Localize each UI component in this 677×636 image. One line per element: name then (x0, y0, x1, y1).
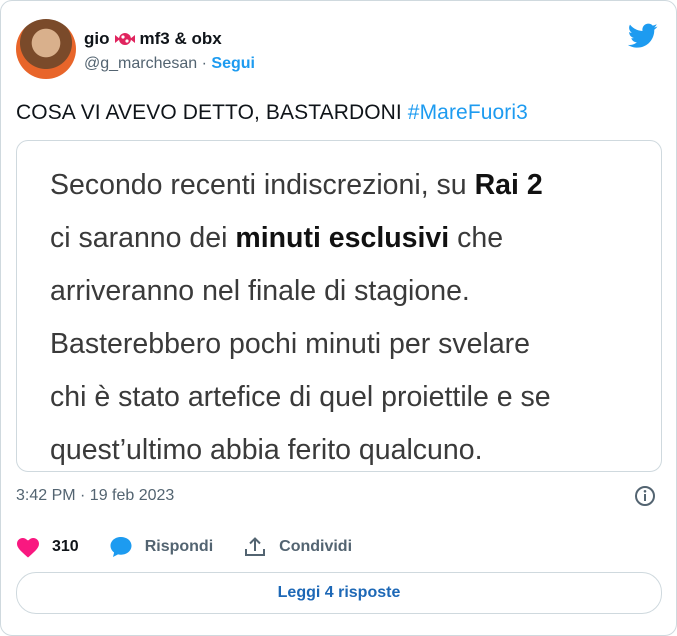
display-name: gio (84, 29, 110, 48)
display-name-suffix: mf3 & obx (139, 29, 222, 48)
heart-icon (17, 538, 39, 558)
media-line: quest’ultimo abbia ferito qualcuno. (50, 434, 483, 466)
follow-link[interactable]: Segui (211, 55, 255, 72)
twitter-bird-icon[interactable] (627, 23, 658, 49)
media-line: arriveranno nel finale di stagione. (50, 275, 470, 307)
media-text: Secondo recenti indiscrezioni, su Rai 2 … (50, 159, 551, 471)
tweet-text: COSA VI AVEVO DETTO, BASTARDONI #MareFuo… (16, 101, 528, 125)
reply-label: Rispondi (144, 538, 214, 555)
timestamp-link[interactable]: 3:42 PM · 19 feb 2023 (16, 487, 174, 505)
share-button[interactable]: Condividi (243, 536, 352, 558)
handle[interactable]: @g_marchesan (84, 55, 197, 72)
handle-row: @g_marchesan · Segui (84, 55, 255, 73)
separator: · (201, 55, 207, 72)
avatar[interactable] (16, 19, 76, 79)
tweet-media-image[interactable]: Secondo recenti indiscrezioni, su Rai 2 … (16, 140, 662, 472)
likes-count: 310 (52, 538, 79, 555)
media-line: Secondo recenti indiscrezioni, su Rai 2 (50, 169, 543, 201)
reply-button[interactable]: Rispondi (109, 536, 213, 558)
media-line: ci saranno dei minuti esclusivi che (50, 222, 504, 254)
display-name-row[interactable]: gio mf3 & obx (84, 29, 255, 49)
read-replies-button[interactable]: Leggi 4 risposte (16, 572, 662, 614)
tweet-body: COSA VI AVEVO DETTO, BASTARDONI (16, 101, 408, 124)
info-icon[interactable] (634, 485, 656, 507)
hashtag-link[interactable]: #MareFuori3 (408, 101, 528, 124)
media-line: Basterebbero pochi minuti per svelare (50, 328, 531, 360)
share-icon (245, 537, 266, 556)
author-block: gio mf3 & obx @g_marchesan · Segui (84, 29, 255, 73)
like-button[interactable]: 310 (16, 536, 79, 558)
share-label: Condividi (279, 538, 353, 555)
reply-bubble-icon (110, 537, 132, 557)
tweet-card: gio mf3 & obx @g_marchesan · Segui COSA (0, 0, 677, 636)
candy-icon (114, 30, 136, 48)
media-line: chi è stato artefice di quel proiettile … (50, 381, 551, 413)
action-bar: 310 Rispondi Condividi (16, 536, 382, 558)
